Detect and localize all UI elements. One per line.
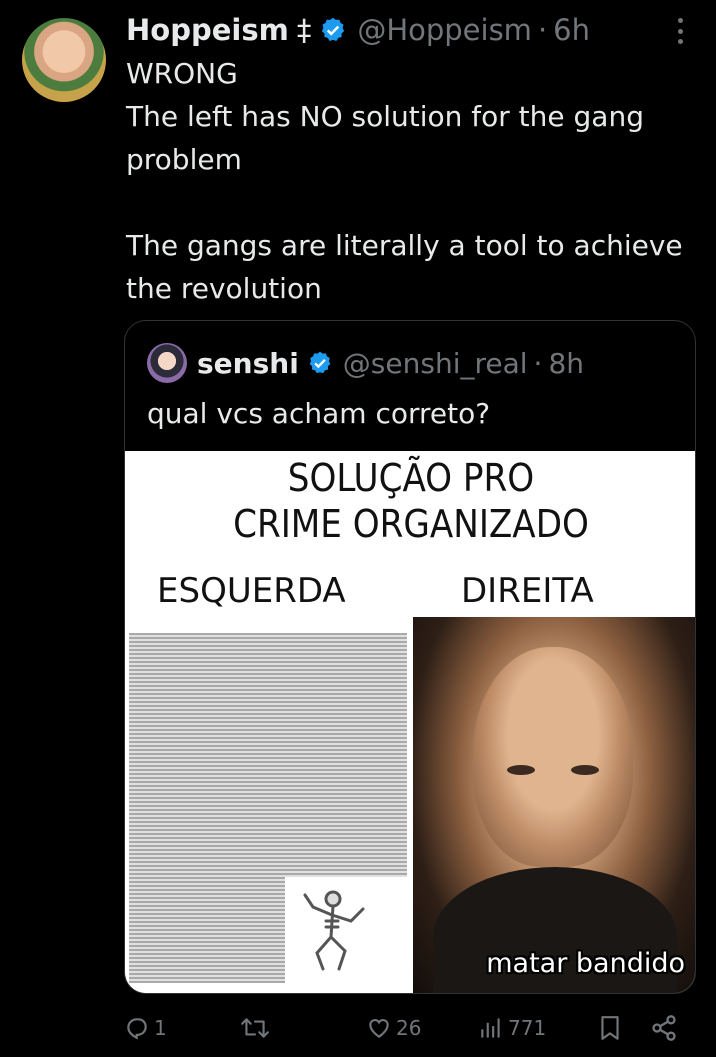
- retweet-button[interactable]: [240, 1008, 274, 1048]
- dancing-skeleton-icon: [303, 890, 365, 971]
- dense-text-panel: [125, 627, 411, 993]
- quote-time[interactable]: 8h: [548, 347, 584, 380]
- bookmark-button[interactable]: [598, 1008, 622, 1048]
- meme-left-label: ESQUERDA: [157, 571, 346, 611]
- meme-right-label: DIREITA: [461, 571, 594, 611]
- like-count: 26: [396, 1016, 422, 1040]
- meme-title: SOLUÇÃO PRO CRIME ORGANIZADO: [233, 456, 589, 546]
- quote-time-separator: ·: [533, 346, 543, 380]
- reply-button[interactable]: 1: [124, 1008, 167, 1048]
- bookmark-icon: [601, 1016, 619, 1040]
- tweet-time[interactable]: 6h: [553, 13, 590, 47]
- portrait-face: [473, 647, 633, 867]
- reply-count: 1: [154, 1016, 167, 1040]
- share-button[interactable]: [650, 1008, 678, 1048]
- meme-caption: matar bandido: [486, 948, 685, 979]
- views-icon: [481, 1018, 500, 1038]
- quote-author-handle[interactable]: @senshi_real: [343, 347, 528, 380]
- tweet-actions: 1 26 771: [124, 1008, 696, 1048]
- quote-text: qual vcs acham correto?: [147, 397, 491, 430]
- verified-badge-icon: [319, 16, 347, 44]
- quote-author-name[interactable]: senshi: [197, 347, 299, 380]
- tweet-header: Hoppeism ‡ @Hoppeism · 6h: [126, 10, 590, 50]
- views-count: 771: [508, 1016, 547, 1040]
- quote-header: senshi @senshi_real · 8h: [147, 337, 584, 389]
- share-icon: [652, 1015, 676, 1041]
- verified-badge-icon: [307, 350, 333, 376]
- like-button[interactable]: 26: [366, 1008, 421, 1048]
- like-icon: [369, 1019, 389, 1038]
- author-name[interactable]: Hoppeism: [126, 13, 289, 47]
- time-separator: ·: [537, 13, 548, 47]
- quoted-tweet[interactable]: senshi @senshi_real · 8h qual vcs acham …: [124, 320, 696, 994]
- author-name-mark: ‡: [296, 13, 312, 47]
- reply-icon: [127, 1018, 147, 1040]
- author-avatar[interactable]: [22, 18, 106, 102]
- meme-image[interactable]: SOLUÇÃO PRO CRIME ORGANIZADO ESQUERDA DI…: [125, 451, 695, 993]
- quote-author-avatar[interactable]: [147, 343, 187, 383]
- retweet-icon: [241, 1018, 269, 1038]
- portrait-photo: matar bandido: [413, 617, 695, 993]
- more-icon[interactable]: [672, 14, 688, 48]
- author-handle[interactable]: @Hoppeism: [357, 13, 532, 47]
- tweet-text: WRONG The left has NO solution for the g…: [126, 57, 683, 305]
- views-button[interactable]: 771: [478, 1008, 546, 1048]
